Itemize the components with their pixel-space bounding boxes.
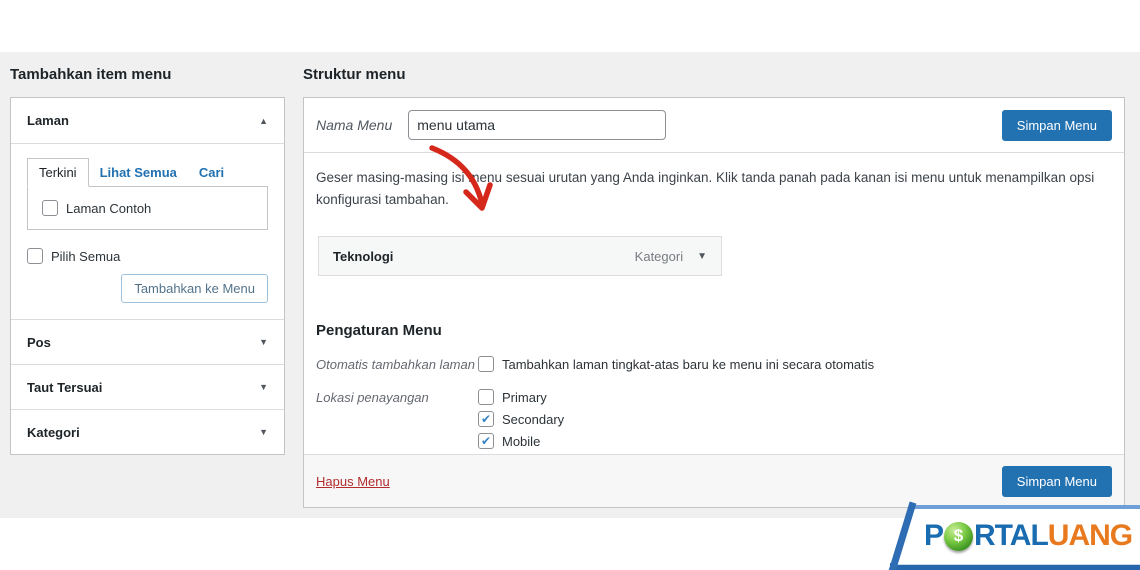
secondary-label: Secondary: [502, 411, 565, 427]
auto-add-checkbox[interactable]: ✔: [478, 356, 494, 373]
section-label: Taut Tersuai: [27, 379, 103, 395]
location-option-mobile: ✔ Mobile: [478, 433, 564, 450]
menu-panel-footer: Hapus Menu Simpan Menu: [304, 454, 1124, 507]
auto-add-label: Otomatis tambahkan laman: [316, 357, 475, 373]
accordion-section-laman[interactable]: Laman ▲: [11, 98, 284, 143]
check-icon: ✔: [480, 434, 492, 449]
page-item-row: ✔ Laman Contoh: [42, 200, 253, 216]
dollar-coin-icon: $: [944, 521, 974, 551]
save-menu-button-top[interactable]: Simpan Menu: [1001, 110, 1112, 141]
pilih-semua-checkbox[interactable]: ✔: [27, 248, 43, 264]
display-location-options: ✔ Primary ✔ Secondary ✔ Mob: [478, 389, 564, 455]
mobile-label: Mobile: [502, 433, 541, 449]
chevron-down-icon: ▼: [259, 382, 268, 392]
secondary-checkbox[interactable]: ✔: [478, 411, 494, 428]
location-option-primary: ✔ Primary: [478, 389, 564, 406]
save-menu-button-bottom[interactable]: Simpan Menu: [1001, 465, 1112, 497]
portaluang-logo-banner: P $ RTAL UANG: [888, 501, 1140, 570]
menu-name-input[interactable]: [408, 110, 667, 140]
drag-instructions-text: Geser masing-masing isi menu sesuai urut…: [316, 170, 1095, 207]
display-location-label: Lokasi penayangan: [316, 390, 429, 406]
tab-cari[interactable]: Cari: [188, 159, 235, 186]
add-menu-items-title: Tambahkan item menu: [10, 66, 172, 83]
delete-menu-link[interactable]: Hapus Menu: [316, 474, 390, 489]
mobile-checkbox[interactable]: ✔: [478, 433, 494, 450]
banner-top-border: [914, 505, 1140, 509]
accordion-section-taut-tersuai[interactable]: Taut Tersuai ▼: [11, 364, 284, 409]
accordion-section-kategori[interactable]: Kategori ▼: [11, 409, 284, 454]
tab-terkini[interactable]: Terkini: [27, 158, 89, 187]
menu-name-label: Nama Menu: [316, 117, 393, 133]
chevron-down-icon: ▼: [259, 427, 268, 437]
menu-item-title: Teknologi: [333, 248, 394, 264]
section-label: Laman: [27, 113, 69, 128]
laman-tabs: Terkini Lihat Semua Cari: [27, 158, 268, 187]
auto-add-option-label: Tambahkan laman tingkat-atas baru ke men…: [502, 356, 875, 372]
menu-settings-title: Pengaturan Menu: [316, 322, 442, 340]
menu-structure-title: Struktur menu: [303, 66, 406, 83]
chevron-down-icon: ▼: [259, 337, 268, 347]
location-option-secondary: ✔ Secondary: [478, 411, 565, 428]
menu-item-teknologi[interactable]: Teknologi Kategori ▼: [318, 236, 722, 277]
display-location-setting-row: Lokasi penayangan ✔ Primary ✔ Secondary: [316, 389, 1112, 455]
chevron-up-icon: ▲: [259, 115, 268, 126]
menu-structure-panel: Nama Menu Simpan Menu Geser masing-masin…: [303, 97, 1125, 508]
check-icon: ✔: [480, 412, 492, 427]
add-to-menu-row: Tambahkan ke Menu: [27, 274, 268, 303]
pilih-semua-label: Pilih Semua: [51, 248, 121, 264]
chevron-down-icon[interactable]: ▼: [697, 251, 707, 262]
menu-item-type-label: Kategori: [634, 248, 684, 264]
logo-text-rtal: RTAL: [974, 519, 1049, 552]
laman-section-body: Terkini Lihat Semua Cari ✔ Laman Contoh …: [11, 143, 284, 319]
menu-name-bar: Nama Menu Simpan Menu: [304, 98, 1124, 153]
accordion-section-pos[interactable]: Pos ▼: [11, 319, 284, 364]
dollar-symbol: $: [953, 526, 964, 545]
menu-structure-body: Geser masing-masing isi menu sesuai urut…: [304, 153, 1124, 455]
section-label: Kategori: [27, 424, 80, 440]
laman-contoh-checkbox[interactable]: ✔: [42, 200, 58, 216]
add-to-menu-button[interactable]: Tambahkan ke Menu: [121, 274, 268, 303]
section-label: Pos: [27, 334, 51, 350]
laman-tab-panel: ✔ Laman Contoh: [27, 186, 268, 230]
primary-label: Primary: [502, 389, 547, 405]
auto-add-setting-row: Otomatis tambahkan laman ✔ Tambahkan lam…: [316, 356, 1112, 373]
auto-add-option: ✔ Tambahkan laman tingkat-atas baru ke m…: [478, 356, 875, 373]
page: Tambahkan item menu Struktur menu Laman …: [0, 0, 1140, 570]
add-menu-items-panel: Laman ▲ Terkini Lihat Semua Cari ✔ Laman…: [10, 97, 285, 455]
laman-contoh-label: Laman Contoh: [66, 200, 152, 216]
tab-lihat-semua[interactable]: Lihat Semua: [89, 159, 188, 186]
menu-item-meta: Kategori ▼: [635, 249, 707, 264]
logo-text-uang: UANG: [1047, 519, 1133, 552]
portaluang-logo: P $ RTAL UANG: [924, 519, 1133, 553]
logo-text-p: P: [924, 519, 944, 552]
primary-checkbox[interactable]: ✔: [478, 389, 494, 406]
select-all-row: ✔ Pilih Semua: [27, 248, 268, 264]
